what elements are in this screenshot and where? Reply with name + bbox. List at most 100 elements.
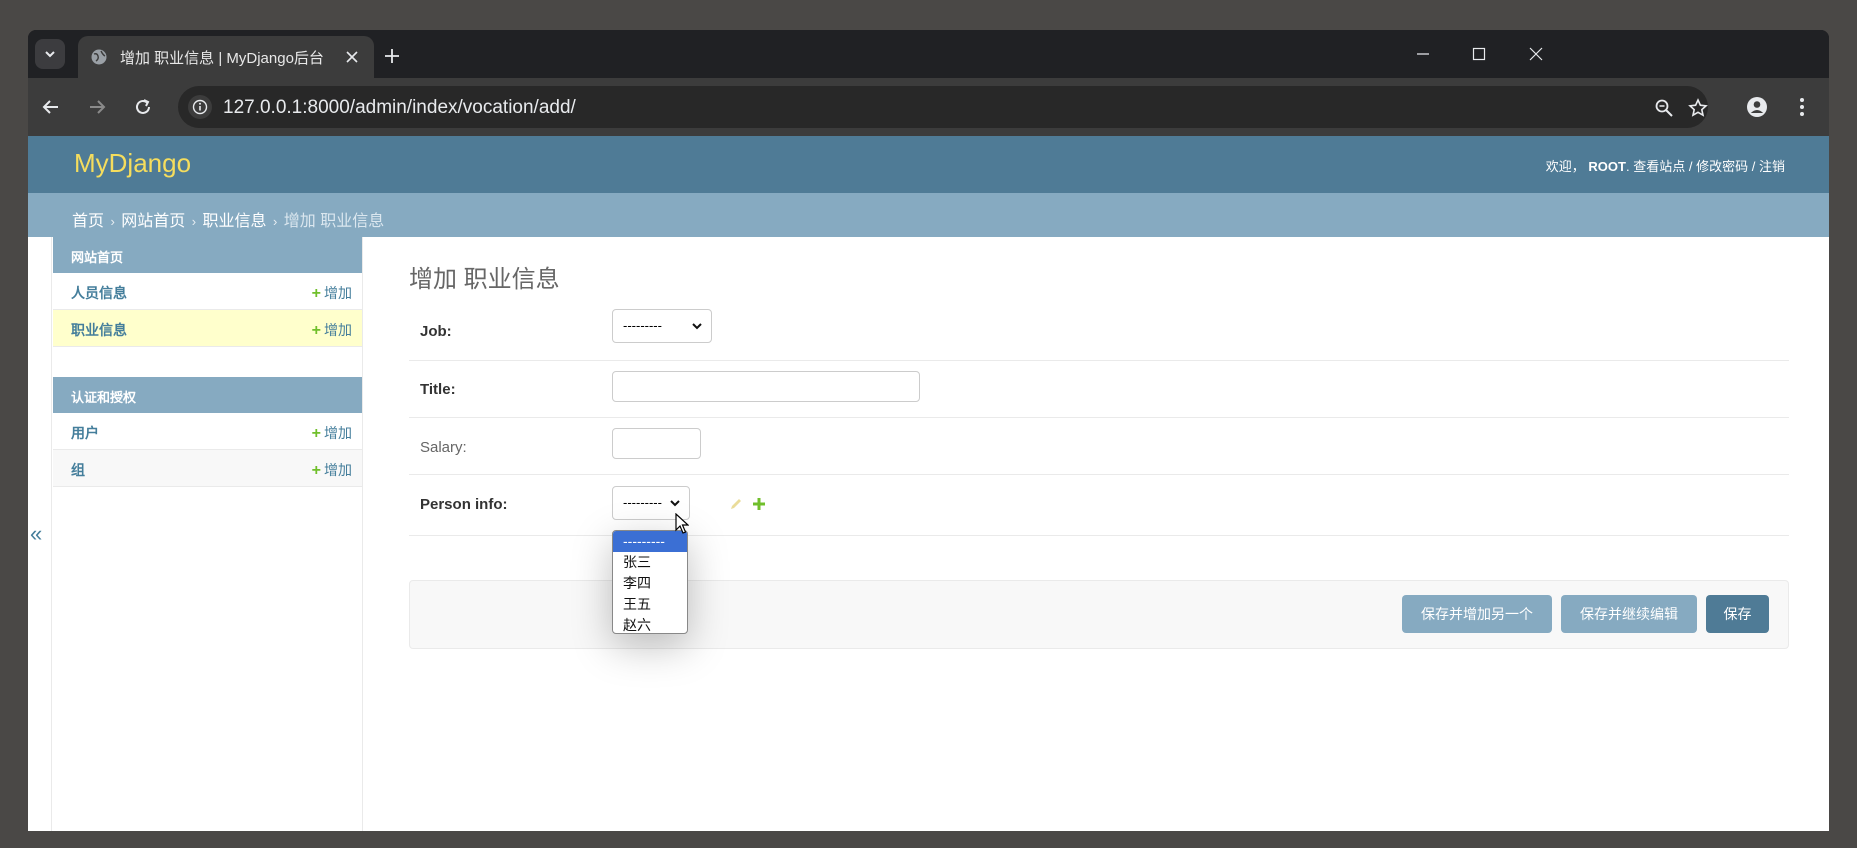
breadcrumb-separator: ›	[191, 214, 197, 229]
browser-menu-button[interactable]	[1789, 94, 1815, 120]
tab-title: 增加 职业信息 | MyDjango后台	[120, 49, 324, 67]
forward-button[interactable]	[84, 94, 110, 120]
plus-icon	[385, 49, 399, 63]
form-row-salary: Salary:	[409, 418, 1789, 475]
bookmark-star-icon[interactable]	[1686, 96, 1710, 120]
person-info-select-value: ---------	[623, 495, 662, 510]
url-text[interactable]: 127.0.0.1:8000/admin/index/vocation/add/	[223, 97, 576, 119]
plus-icon: +	[311, 322, 321, 339]
module-caption-auth[interactable]: 认证和授权	[53, 377, 362, 413]
title-label: Title:	[420, 381, 456, 398]
zoom-icon[interactable]	[1652, 96, 1676, 120]
form-row-person-info: Person info: ---------	[409, 475, 1789, 536]
close-icon	[1529, 47, 1543, 61]
add-related-plus-icon[interactable]	[752, 497, 766, 511]
title-input[interactable]	[612, 371, 920, 402]
add-label: 增加	[324, 425, 352, 441]
welcome-text: 欢迎，	[1545, 159, 1585, 174]
nav-sidebar: 网站首页 人员信息 + 增加 职业信息 + 增加 认证和授权 用户 + 增加 组 + 增…	[53, 237, 363, 831]
breadcrumb-separator: ›	[273, 214, 278, 229]
maximize-button[interactable]	[1467, 42, 1491, 66]
browser-toolbar: 127.0.0.1:8000/admin/index/vocation/add/	[28, 78, 1829, 136]
sidebar-item-users: 用户 + 增加	[53, 413, 362, 450]
edit-pencil-icon[interactable]	[729, 497, 743, 511]
form-row-title: Title:	[409, 361, 1789, 418]
add-label: 增加	[324, 322, 352, 338]
reload-icon	[136, 99, 150, 114]
arrow-left-icon	[42, 100, 58, 114]
sidebar-toggle-strip: «	[28, 237, 52, 831]
breadcrumb-separator: ›	[110, 214, 115, 229]
chevron-down-icon	[670, 500, 680, 507]
site-info-icon[interactable]	[188, 95, 212, 119]
admin-header: MyDjango 欢迎， ROOT. 查看站点 / 修改密码 / 注销	[28, 136, 1829, 193]
plus-icon: +	[311, 462, 321, 479]
view-site-link[interactable]: 查看站点	[1633, 159, 1685, 174]
save-and-add-another-button[interactable]: 保存并增加另一个	[1402, 595, 1552, 633]
plus-icon: +	[311, 425, 321, 442]
dropdown-option[interactable]: 李四	[613, 573, 687, 594]
breadcrumb-current: 增加 职业信息	[283, 213, 385, 230]
sidebar-item-label[interactable]: 用户	[71, 423, 99, 443]
chevron-down-icon	[692, 323, 702, 330]
sidebar-item-groups: 组 + 增加	[53, 450, 362, 487]
page-title: 增加 职业信息	[409, 266, 560, 293]
dropdown-option[interactable]: 赵六	[613, 615, 687, 633]
change-password-link[interactable]: 修改密码	[1696, 159, 1748, 174]
tab-strip: 增加 职业信息 | MyDjango后台	[28, 30, 1829, 78]
add-link[interactable]: + 增加	[312, 423, 352, 443]
module-caption-website[interactable]: 网站首页	[53, 237, 362, 273]
breadcrumb-app[interactable]: 网站首页	[121, 213, 185, 230]
job-select-value: ---------	[623, 318, 662, 333]
globe-icon	[91, 49, 107, 65]
dropdown-option[interactable]: 张三	[613, 552, 687, 573]
profile-button[interactable]	[1744, 94, 1770, 120]
job-select[interactable]: ---------	[612, 309, 712, 343]
sidebar-item-label[interactable]: 职业信息	[71, 320, 127, 340]
back-button[interactable]	[38, 94, 64, 120]
minimize-button[interactable]	[1411, 42, 1435, 66]
collapse-sidebar-button[interactable]: «	[30, 521, 42, 547]
maximize-icon	[1472, 47, 1486, 61]
add-link[interactable]: + 增加	[312, 460, 352, 480]
tab-search-button[interactable]	[35, 39, 65, 69]
reload-button[interactable]	[130, 94, 156, 120]
person-icon	[1747, 97, 1767, 117]
site-brand[interactable]: MyDjango	[74, 148, 191, 179]
sidebar-item-person-info: 人员信息 + 增加	[53, 273, 362, 310]
arrow-right-icon	[90, 100, 106, 114]
address-bar[interactable]: 127.0.0.1:8000/admin/index/vocation/add/	[178, 86, 1708, 128]
logout-link[interactable]: 注销	[1759, 159, 1785, 174]
close-window-button[interactable]	[1524, 42, 1548, 66]
admin-page: MyDjango 欢迎， ROOT. 查看站点 / 修改密码 / 注销 首页 ›…	[28, 136, 1829, 831]
add-link[interactable]: + 增加	[312, 320, 352, 340]
user-tools: 欢迎， ROOT. 查看站点 / 修改密码 / 注销	[1545, 159, 1785, 174]
save-button[interactable]: 保存	[1706, 595, 1769, 633]
salary-input[interactable]	[612, 428, 701, 459]
breadcrumb-model[interactable]: 职业信息	[203, 213, 267, 230]
sidebar-item-label[interactable]: 人员信息	[71, 283, 127, 303]
sidebar-item-label[interactable]: 组	[71, 460, 85, 480]
salary-label: Salary:	[420, 439, 467, 456]
person-info-dropdown: --------- 张三 李四 王五 赵六	[612, 530, 688, 634]
add-link[interactable]: + 增加	[312, 283, 352, 303]
mouse-cursor-icon	[675, 513, 689, 534]
browser-tab[interactable]: 增加 职业信息 | MyDjango后台	[78, 36, 374, 78]
person-info-label: Person info:	[420, 496, 508, 513]
browser-window: 增加 职业信息 | MyDjango后台 127.0.0.1:8000/admi…	[28, 30, 1829, 831]
sidebar-item-vocation-info: 职业信息 + 增加	[53, 310, 362, 347]
chevron-down-icon	[45, 51, 55, 58]
plus-icon: +	[311, 285, 321, 302]
dropdown-option[interactable]: 王五	[613, 594, 687, 615]
form-row-job: Job: ---------	[409, 302, 1789, 361]
username: ROOT	[1588, 159, 1626, 174]
close-tab-icon[interactable]	[342, 47, 362, 67]
minimize-icon	[1417, 53, 1429, 55]
save-and-continue-button[interactable]: 保存并继续编辑	[1561, 595, 1697, 633]
breadcrumb-home[interactable]: 首页	[72, 213, 104, 230]
user-tools-separator: /	[1688, 159, 1693, 174]
job-label: Job:	[420, 323, 452, 340]
more-vertical-icon	[1800, 98, 1804, 116]
new-tab-button[interactable]	[378, 42, 406, 70]
user-tools-separator: /	[1751, 159, 1756, 174]
